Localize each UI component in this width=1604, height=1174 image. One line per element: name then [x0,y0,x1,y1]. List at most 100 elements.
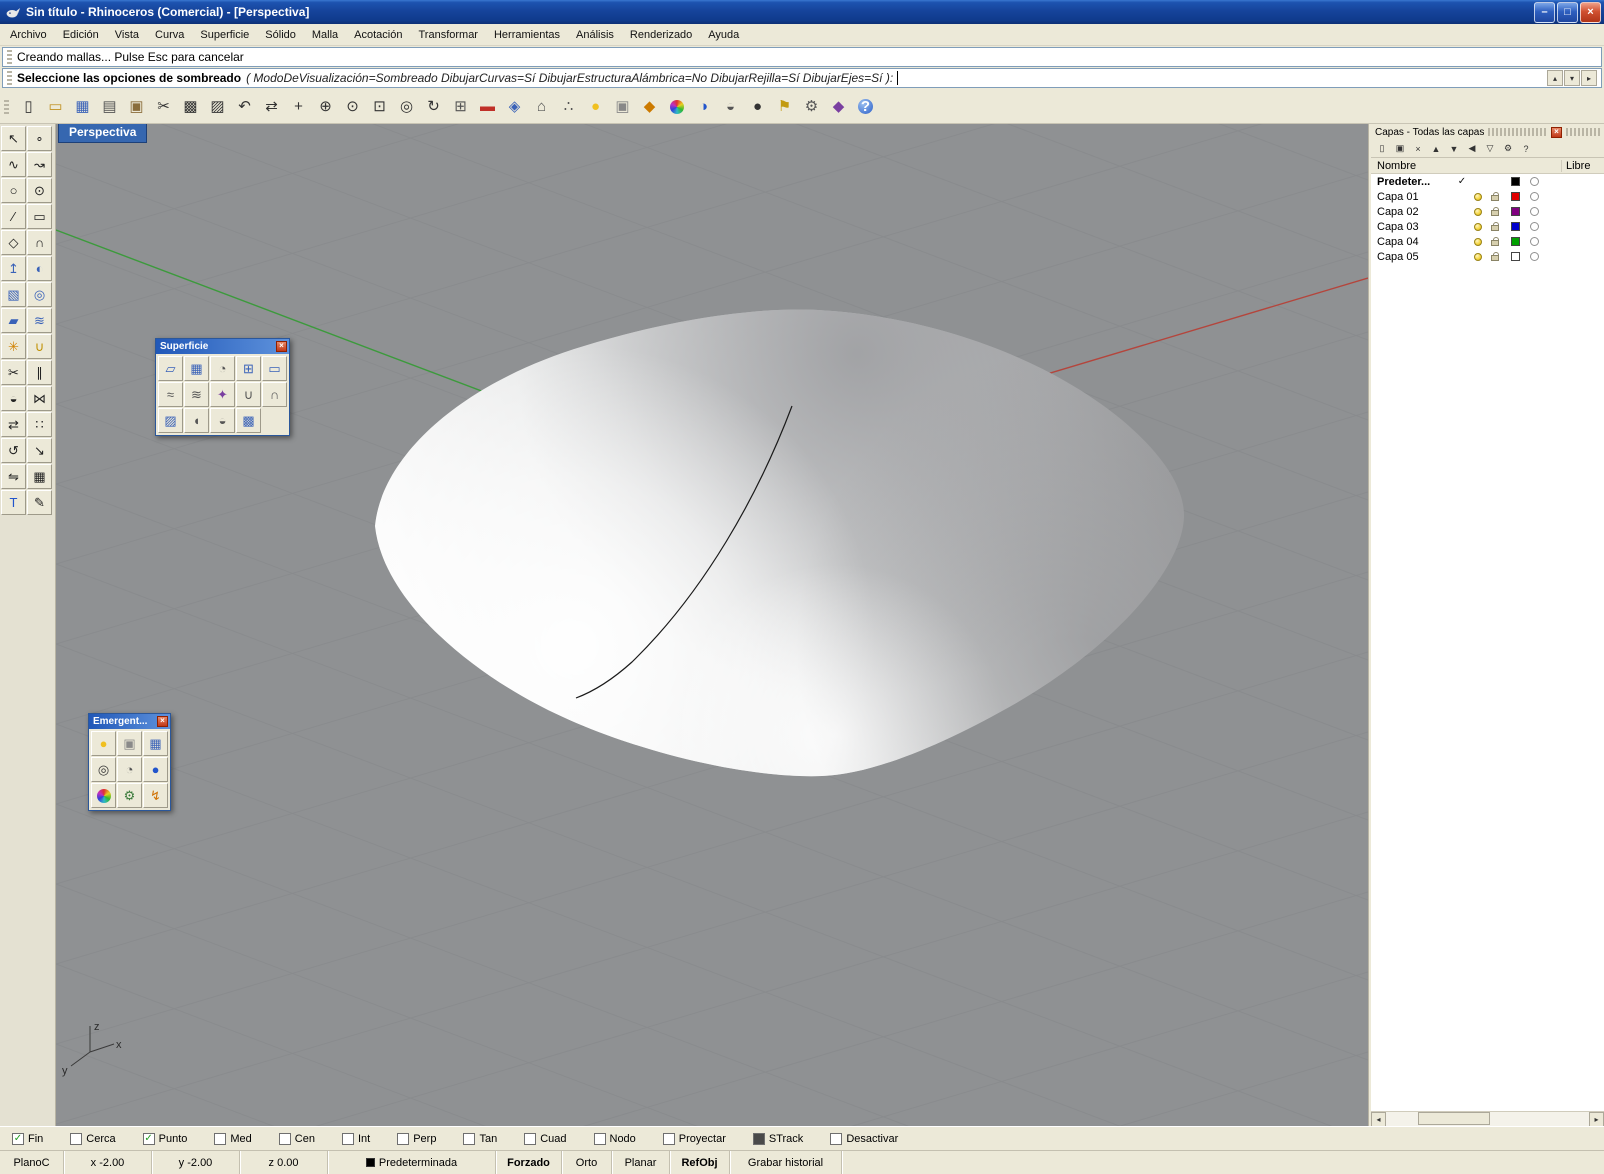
osnap-checkbox[interactable] [397,1132,410,1145]
shade-icon[interactable]: ◆ [637,94,662,119]
move-up-icon[interactable]: ▲ [1428,141,1444,157]
view-properties-icon[interactable]: ◈ [502,94,527,119]
osnap-checkbox[interactable]: ✓ [12,1132,24,1145]
menu-analisis[interactable]: Análisis [568,26,622,44]
layer-material-circle[interactable] [1530,177,1539,186]
trim-tool[interactable]: ✂ [1,360,26,385]
emergente-palette-titlebar[interactable]: Emergent... × [89,714,170,729]
collapse-icon[interactable]: ◀ [1464,141,1480,157]
menu-superficie[interactable]: Superficie [192,26,257,44]
osnap-cuad[interactable]: Cuad [524,1132,567,1145]
osnap-checkbox[interactable] [524,1132,537,1145]
menu-acotacion[interactable]: Acotación [346,26,410,44]
network-surface-icon[interactable]: ✦ [210,382,235,407]
viewport-title-tab[interactable]: Perspectiva [58,124,148,143]
move-tool[interactable]: ⇄ [1,412,26,437]
osnap-checkbox[interactable] [463,1132,476,1145]
move-down-icon[interactable]: ▼ [1446,141,1462,157]
interpolate-curve-tool[interactable]: ↝ [27,152,52,177]
light-icon[interactable]: ● [91,731,116,756]
close-icon[interactable]: × [276,341,287,352]
layer-visibility-bulb-icon[interactable] [1469,192,1486,201]
layer-color-swatch[interactable] [1511,252,1520,261]
layer-material-circle[interactable] [1530,192,1539,201]
properties-icon[interactable]: ◆ [826,94,851,119]
grid-snap-icon[interactable]: ⊞ [448,94,473,119]
status-x[interactable]: x -2.00 [64,1151,152,1174]
open-file-icon[interactable]: ▭ [43,94,68,119]
offset-surface-icon[interactable]: ▩ [236,408,261,433]
ghosted-sphere-icon[interactable]: ● [745,94,770,119]
minimize-button[interactable]: – [1534,1,1555,23]
osnap-fin[interactable]: ✓ Fin [12,1132,43,1145]
new-file-icon[interactable]: ▯ [16,94,41,119]
extrude-tool[interactable]: ↥ [1,256,26,281]
layer-color-swatch[interactable] [1511,237,1520,246]
osnap-checkbox[interactable]: ✓ [142,1132,155,1145]
pan-icon[interactable]: ⇄ [259,94,284,119]
patch-icon[interactable]: ∪ [236,382,261,407]
status-refobj[interactable]: RefObj [670,1151,730,1174]
flash-icon[interactable]: ↯ [143,783,168,808]
osnap-desactivar[interactable]: Desactivar [830,1132,898,1145]
osnap-checkbox[interactable] [662,1132,675,1145]
blend-icon[interactable]: ∩ [262,382,287,407]
circle-tool[interactable]: ○ [1,178,26,203]
layer-material-circle[interactable] [1530,222,1539,231]
light-icon[interactable]: ● [583,94,608,119]
layer-row[interactable]: Capa 03 [1371,219,1604,234]
gear-icon[interactable]: ⚙ [799,94,824,119]
layer-row[interactable]: Capa 04 [1371,234,1604,249]
command-prompt-options[interactable]: ( ModoDeVisualización=Sombreado DibujarC… [246,71,893,85]
layer-visibility-bulb-icon[interactable] [1469,222,1486,231]
layer-lock-icon[interactable] [1486,222,1503,231]
print-icon[interactable]: ▤ [97,94,122,119]
osnap-checkbox[interactable] [830,1132,843,1145]
zoom-window-icon[interactable]: ⊡ [367,94,392,119]
rainbow-icon[interactable]: ● [91,783,116,808]
osnap-cerca[interactable]: Cerca [70,1132,116,1145]
status-orto[interactable]: Orto [562,1151,612,1174]
save-icon[interactable]: ▦ [70,94,95,119]
render-icon[interactable]: ● [664,94,689,119]
maximize-button[interactable]: □ [1557,1,1578,23]
zoom-extents-icon[interactable]: ◎ [394,94,419,119]
menu-solido[interactable]: Sólido [257,26,304,44]
status-z[interactable]: z 0.00 [240,1151,328,1174]
flag-icon[interactable]: ⚑ [772,94,797,119]
layer-visibility-bulb-icon[interactable] [1469,207,1486,216]
scrollbar-track[interactable] [1386,1112,1589,1126]
drape-icon[interactable]: ◒ [210,408,235,433]
viewport-canvas[interactable]: x y z [56,124,1368,1126]
osnap-nodo[interactable]: Nodo [593,1132,636,1145]
text-tool[interactable]: T [1,490,26,515]
layer-lock-icon[interactable] [1486,252,1503,261]
drag-grip[interactable] [4,99,9,114]
paste-icon[interactable]: ▨ [205,94,230,119]
scrollbar-thumb[interactable] [1418,1112,1491,1125]
layer-visibility-bulb-icon[interactable] [1469,252,1486,261]
close-button[interactable]: × [1580,1,1601,23]
revolve-icon[interactable]: ◔ [210,356,235,381]
layer-lock-icon[interactable] [1486,237,1503,246]
box-tool[interactable]: ▧ [1,282,26,307]
command-history-expand-button[interactable]: ▸ [1581,70,1597,86]
status-historial[interactable]: Grabar historial [730,1151,842,1174]
command-scroll-down-button[interactable]: ▾ [1564,70,1580,86]
plane-icon[interactable]: ▭ [262,356,287,381]
rotate-view-icon[interactable]: ↻ [421,94,446,119]
layer-row[interactable]: Capa 05 [1371,249,1604,264]
menu-ayuda[interactable]: Ayuda [700,26,747,44]
help-icon[interactable]: ? [853,94,878,119]
wrench-icon[interactable]: ⚙ [1500,141,1516,157]
explode-tool[interactable]: ✳ [1,334,26,359]
arc-tool[interactable]: ∩ [27,230,52,255]
layer-color-swatch[interactable] [1511,207,1520,216]
osnap-int[interactable]: Int [341,1132,370,1145]
surface-edges-icon[interactable]: ▦ [184,356,209,381]
osnap-checkbox[interactable] [752,1132,765,1145]
duplicate-layer-icon[interactable]: ▣ [1392,141,1408,157]
join-tool[interactable]: ⋈ [27,386,52,411]
layer-material-circle[interactable] [1530,252,1539,261]
lock-icon[interactable]: ▣ [610,94,635,119]
